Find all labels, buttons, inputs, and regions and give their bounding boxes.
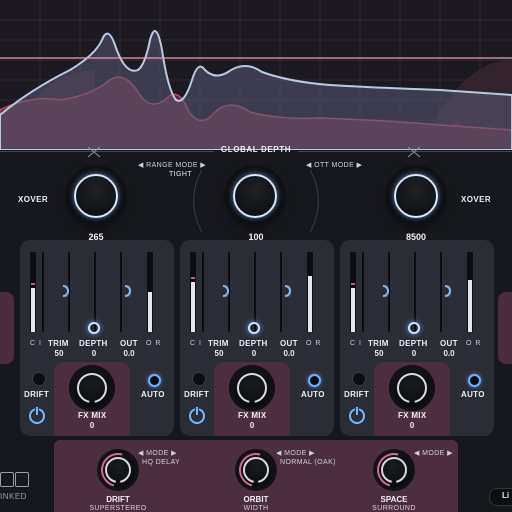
ci-label: C I — [30, 340, 42, 347]
fx-name: ORBIT — [243, 495, 269, 504]
spectrum-display — [0, 0, 512, 150]
xover-right-knob[interactable] — [388, 168, 444, 224]
auto-label: AUTO — [301, 390, 325, 399]
live-badge[interactable]: Li — [489, 488, 512, 506]
auto-toggle[interactable] — [308, 374, 321, 387]
fx-sub: WIDTH — [243, 505, 269, 512]
range-mode-value: TIGHT — [169, 171, 192, 178]
fx-name: SPACE — [380, 495, 408, 504]
xover-left-knob[interactable] — [68, 168, 124, 224]
or-label: O R — [146, 340, 162, 347]
fader-track — [120, 252, 122, 332]
fx-mix-label: FX MIX — [238, 411, 267, 420]
fader-track — [440, 252, 442, 332]
fx-knob-orbit[interactable] — [232, 446, 280, 494]
depth-value: 0 — [411, 349, 417, 358]
fx-mode-selector[interactable]: ◀ MODE ▶ — [414, 449, 453, 457]
fader-track — [94, 252, 96, 332]
depth-label: DEPTH — [239, 339, 268, 348]
out-label: OUT — [440, 339, 458, 348]
out-label: OUT — [120, 339, 138, 348]
input-meter — [350, 252, 356, 332]
fx-mode-value: HQ DELAY — [142, 459, 181, 466]
auto-toggle[interactable] — [148, 374, 161, 387]
fx-knob-space[interactable] — [370, 446, 418, 494]
fx-mix-knob[interactable] — [392, 368, 432, 408]
fx-sub: SURROUND — [372, 505, 416, 512]
depth-label: DEPTH — [399, 339, 428, 348]
trim-value: 50 — [54, 349, 64, 358]
fader-track — [414, 252, 416, 332]
drift-label: DRIFT — [184, 390, 210, 399]
fx-mix-knob[interactable] — [72, 368, 112, 408]
input-meter — [30, 252, 36, 332]
auto-label: AUTO — [141, 390, 165, 399]
power-icon-stem — [196, 407, 198, 415]
depth-value: 0 — [91, 349, 97, 358]
trim-label: TRIM — [48, 339, 69, 348]
output-meter — [307, 252, 313, 332]
drift-label: DRIFT — [24, 390, 50, 399]
ci-label: C I — [350, 340, 362, 347]
depth-label: DEPTH — [79, 339, 108, 348]
global-depth-knob[interactable] — [227, 168, 283, 224]
drift-toggle[interactable] — [32, 372, 46, 386]
auto-label: AUTO — [461, 390, 485, 399]
xover-left-label: XOVER — [18, 195, 49, 204]
linked-label[interactable]: INKED — [0, 492, 27, 501]
out-label: OUT — [280, 339, 298, 348]
or-label: O R — [466, 340, 482, 347]
depth-fader-handle[interactable] — [408, 322, 420, 334]
link-icon[interactable] — [15, 472, 29, 487]
fx-mix-value: 0 — [409, 421, 415, 430]
fader-track — [362, 252, 364, 332]
global-depth-line-left — [0, 151, 214, 152]
fx-name: DRIFT — [106, 495, 130, 504]
output-meter — [467, 252, 473, 332]
out-value: 0.0 — [123, 349, 135, 358]
input-meter — [190, 252, 196, 332]
depth-fader-handle[interactable] — [88, 322, 100, 334]
trim-value: 50 — [214, 349, 224, 358]
power-icon-stem — [36, 407, 38, 415]
out-value: 0.0 — [443, 349, 455, 358]
global-depth-label[interactable]: GLOBAL DEPTH — [216, 145, 296, 154]
left-side-panel — [0, 292, 14, 364]
fx-mode-value: NORMAL (OAK) — [280, 459, 336, 466]
fx-knob-drift[interactable] — [94, 446, 142, 494]
fader-track — [254, 252, 256, 332]
depth-fader-handle[interactable] — [248, 322, 260, 334]
drift-toggle[interactable] — [192, 372, 206, 386]
fader-track — [280, 252, 282, 332]
fx-mix-knob[interactable] — [232, 368, 272, 408]
ci-label: C I — [190, 340, 202, 347]
power-icon-stem — [356, 407, 358, 415]
or-label: O R — [306, 340, 322, 347]
crossover-marker-left[interactable] — [87, 146, 101, 158]
link-icon[interactable] — [0, 472, 14, 487]
xover-right-label: XOVER — [461, 195, 492, 204]
fx-mix-value: 0 — [249, 421, 255, 430]
fader-track — [202, 252, 204, 332]
right-side-panel — [498, 292, 512, 364]
trim-label: TRIM — [368, 339, 389, 348]
output-meter — [147, 252, 153, 332]
depth-value: 0 — [251, 349, 257, 358]
auto-toggle[interactable] — [468, 374, 481, 387]
fx-mix-label: FX MIX — [78, 411, 107, 420]
trim-value: 50 — [374, 349, 384, 358]
fx-mix-label: FX MIX — [398, 411, 427, 420]
global-depth-line-right — [298, 151, 512, 152]
drift-toggle[interactable] — [352, 372, 366, 386]
live-badge-text: Li — [502, 491, 510, 500]
crossover-marker-right[interactable] — [407, 146, 421, 158]
out-value: 0.0 — [283, 349, 295, 358]
trim-label: TRIM — [208, 339, 229, 348]
fx-mix-value: 0 — [89, 421, 95, 430]
fader-track — [42, 252, 44, 332]
drift-label: DRIFT — [344, 390, 370, 399]
fx-sub: SUPERSTEREO — [89, 505, 147, 512]
fx-mode-selector[interactable]: ◀ MODE ▶ — [276, 449, 315, 457]
fx-mode-selector[interactable]: ◀ MODE ▶ — [138, 449, 177, 457]
